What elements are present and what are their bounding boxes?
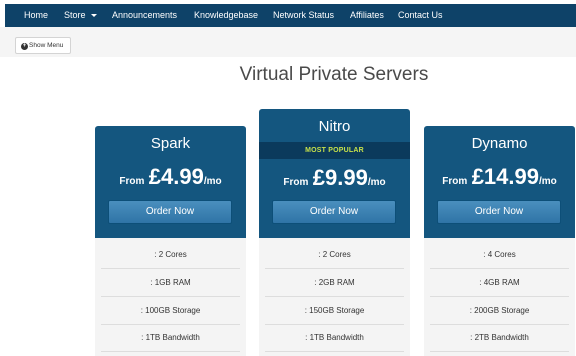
nav-knowledgebase[interactable]: Knowledgebase: [194, 4, 258, 27]
plan-card-nitro: Nitro MOST POPULAR From £9.99/mo Order N…: [259, 109, 410, 356]
plan-header: Spark From £4.99/mo Order Now: [95, 126, 246, 238]
order-now-button[interactable]: Order Now: [108, 200, 232, 224]
feature-cores: : 2 Cores: [101, 241, 240, 269]
show-menu-button[interactable]: + Show Menu: [15, 37, 71, 54]
plan-features: : 2 Cores : 2GB RAM : 150GB Storage : 1T…: [259, 238, 410, 356]
price-suffix: /mo: [538, 176, 557, 187]
plan-name: Nitro: [318, 118, 351, 135]
plan-name: Spark: [150, 135, 191, 152]
price-prefix: From: [283, 177, 309, 188]
plus-circle-icon: +: [21, 43, 28, 50]
price-suffix: /mo: [203, 176, 222, 187]
feature-cores: : 2 Cores: [265, 241, 404, 269]
feature-bandwidth: : 1TB Bandwidth: [101, 324, 240, 352]
feature-ram: : 1GB RAM: [101, 269, 240, 297]
price-suffix: /mo: [367, 177, 386, 188]
feature-cores: : 4 Cores: [430, 241, 569, 269]
price-amount: £9.99: [312, 165, 368, 190]
feature-ram: : 2GB RAM: [265, 269, 404, 297]
plan-header: Dynamo From £14.99/mo Order Now: [424, 126, 575, 238]
price-amount: £4.99: [148, 164, 204, 189]
feature-bandwidth: : 2TB Bandwidth: [430, 324, 569, 352]
toolbar-background: [0, 27, 576, 57]
plan-price: From £4.99/mo: [95, 158, 246, 190]
feature-storage: : 100GB Storage: [101, 297, 240, 325]
most-popular-badge: MOST POPULAR: [259, 142, 410, 159]
page-title-row: Virtual Private Servers: [0, 64, 576, 86]
plan-name: Dynamo: [471, 135, 528, 152]
price-prefix: From: [442, 176, 468, 187]
plan-features: : 2 Cores : 1GB RAM : 100GB Storage : 1T…: [95, 238, 246, 356]
nav-network-status[interactable]: Network Status: [273, 4, 334, 27]
plan-card-spark: Spark From £4.99/mo Order Now : 2 Cores …: [95, 126, 246, 356]
nav-announcements[interactable]: Announcements: [112, 4, 177, 27]
nav-store[interactable]: Store: [64, 4, 97, 27]
nav-affiliates[interactable]: Affiliates: [350, 4, 384, 27]
plan-features: : 4 Cores : 4GB RAM : 200GB Storage : 2T…: [424, 238, 575, 356]
order-now-button[interactable]: Order Now: [437, 200, 561, 224]
feature-ram: : 4GB RAM: [430, 269, 569, 297]
feature-bandwidth: : 1TB Bandwidth: [265, 324, 404, 352]
feature-storage: : 150GB Storage: [265, 297, 404, 325]
caret-down-icon: [90, 14, 97, 17]
plan-price: From £9.99/mo: [259, 159, 410, 191]
price-prefix: From: [119, 176, 145, 187]
nav-store-label: Store: [64, 10, 86, 20]
show-menu-label: Show Menu: [29, 42, 64, 49]
plan-price: From £14.99/mo: [424, 158, 575, 190]
top-navigation: Home Store Announcements Knowledgebase N…: [5, 4, 576, 27]
price-amount: £14.99: [471, 164, 539, 189]
feature-storage: : 200GB Storage: [430, 297, 569, 325]
page-title: Virtual Private Servers: [239, 64, 429, 85]
nav-contact-us[interactable]: Contact Us: [398, 4, 443, 27]
plan-card-dynamo: Dynamo From £14.99/mo Order Now : 4 Core…: [424, 126, 575, 356]
plan-header: Nitro MOST POPULAR From £9.99/mo Order N…: [259, 109, 410, 238]
nav-home[interactable]: Home: [24, 4, 48, 27]
order-now-button[interactable]: Order Now: [272, 200, 396, 224]
